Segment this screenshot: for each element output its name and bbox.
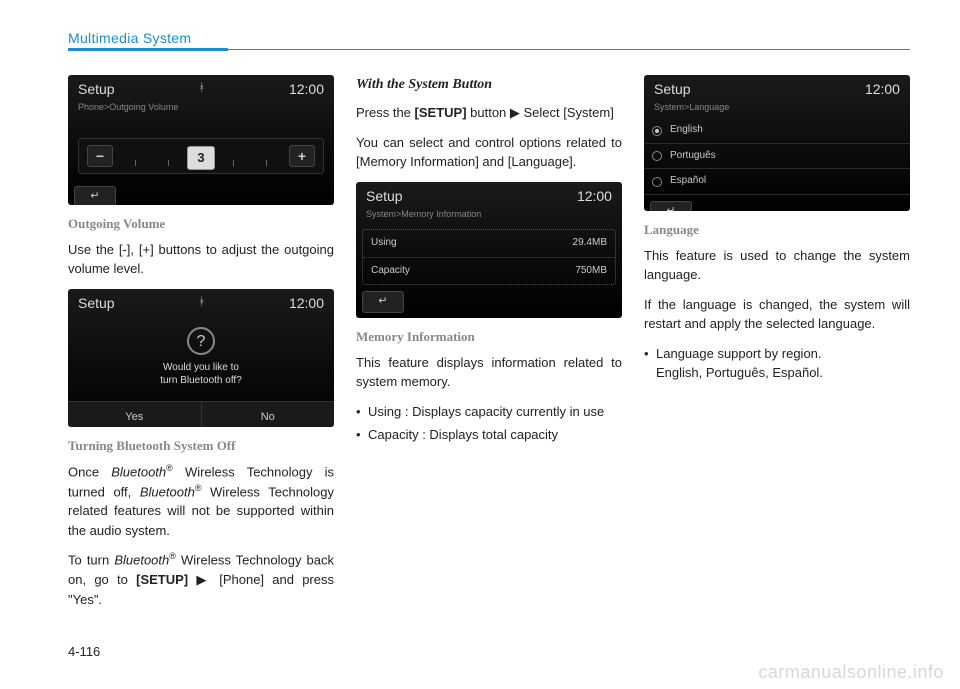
column-3: Setup 12:00 System>Language English Port… <box>644 75 910 619</box>
header-rule <box>68 48 910 51</box>
subheading-outgoing-volume: Outgoing Volume <box>68 215 334 234</box>
screen-title: Setup <box>366 186 403 206</box>
option-label: English <box>670 123 703 138</box>
yes-button[interactable]: Yes <box>68 402 202 427</box>
breadcrumb: System>Language <box>644 101 910 118</box>
back-button[interactable]: ↵ <box>74 186 116 205</box>
list-item-sub: English, Português, Español. <box>656 363 910 383</box>
bluetooth-icon: ᚼ <box>198 81 205 97</box>
capacity-value: 750MB <box>575 264 607 279</box>
list-item: Language support by region. English, Por… <box>644 344 910 383</box>
info-row-using: Using 29.4MB <box>363 230 615 258</box>
breadcrumb: Phone>Outgoing Volume <box>68 101 334 118</box>
column-1: Setup ᚼ 12:00 Phone>Outgoing Volume 3 − … <box>68 75 334 619</box>
subheading-language: Language <box>644 221 910 240</box>
screenshot-bluetooth-off: Setup ᚼ 12:00 ? Would you like to turn B… <box>68 289 334 427</box>
memory-info-box: Using 29.4MB Capacity 750MB <box>362 229 616 285</box>
screen-title: Setup <box>654 79 691 99</box>
subheading-bluetooth-off: Turning Bluetooth System Off <box>68 437 334 456</box>
option-label: Español <box>670 174 706 189</box>
screenshot-outgoing-volume: Setup ᚼ 12:00 Phone>Outgoing Volume 3 − … <box>68 75 334 205</box>
screen-title: Setup <box>78 79 115 99</box>
breadcrumb: System>Memory Information <box>356 208 622 225</box>
screenshot-language: Setup 12:00 System>Language English Port… <box>644 75 910 211</box>
radio-icon <box>652 126 662 136</box>
volume-minus-button[interactable]: − <box>87 145 113 167</box>
subheading-system-button: With the System Button <box>356 75 622 95</box>
paragraph: Press the [SETUP] button ▶ Select [Syste… <box>356 103 622 123</box>
watermark: carmanualsonline.info <box>758 662 944 683</box>
paragraph: This feature displays information relate… <box>356 353 622 392</box>
section-title: Multimedia System <box>68 30 910 46</box>
bluetooth-icon: ᚼ <box>198 295 205 311</box>
clock-label: 12:00 <box>577 186 612 206</box>
using-value: 29.4MB <box>573 236 607 251</box>
paragraph: Use the [-], [+] buttons to adjust the o… <box>68 240 334 279</box>
paragraph: To turn Bluetooth® Wireless Technology b… <box>68 550 334 609</box>
capacity-label: Capacity <box>371 264 410 279</box>
list-item: Capacity : Displays total capacity <box>356 425 622 445</box>
question-icon: ? <box>187 327 215 355</box>
column-2: With the System Button Press the [SETUP]… <box>356 75 622 619</box>
manual-page: Multimedia System Setup ᚼ 12:00 Phone>Ou… <box>0 0 960 639</box>
back-button[interactable]: ↵ <box>362 291 404 313</box>
option-label: Português <box>670 149 716 164</box>
clock-label: 12:00 <box>289 293 324 313</box>
content-columns: Setup ᚼ 12:00 Phone>Outgoing Volume 3 − … <box>68 75 910 619</box>
using-label: Using <box>371 236 397 251</box>
screenshot-memory-info: Setup 12:00 System>Memory Information Us… <box>356 182 622 318</box>
paragraph: If the language is changed, the system w… <box>644 295 910 334</box>
paragraph: Once Bluetooth® Wireless Technology is t… <box>68 462 334 541</box>
info-row-capacity: Capacity 750MB <box>363 258 615 285</box>
radio-icon <box>652 177 662 187</box>
clock-label: 12:00 <box>289 79 324 99</box>
language-option-english[interactable]: English <box>644 118 910 144</box>
language-option-portugues[interactable]: Português <box>644 144 910 170</box>
subheading-memory-info: Memory Information <box>356 328 622 347</box>
bullet-list: Using : Displays capacity currently in u… <box>356 402 622 445</box>
dialog-line-2: turn Bluetooth off? <box>68 374 334 387</box>
back-button[interactable]: ↵ <box>650 201 692 211</box>
radio-icon <box>652 151 662 161</box>
list-item: Using : Displays capacity currently in u… <box>356 402 622 422</box>
paragraph: This feature is used to change the syste… <box>644 246 910 285</box>
volume-handle[interactable]: 3 <box>187 146 215 170</box>
no-button[interactable]: No <box>202 402 335 427</box>
paragraph: You can select and control options relat… <box>356 133 622 172</box>
clock-label: 12:00 <box>865 79 900 99</box>
dialog-line-1: Would you like to <box>68 361 334 374</box>
language-option-espanol[interactable]: Español <box>644 169 910 195</box>
bullet-list: Language support by region. English, Por… <box>644 344 910 383</box>
page-header: Multimedia System <box>68 30 910 51</box>
volume-plus-button[interactable]: + <box>289 145 315 167</box>
screen-title: Setup <box>78 293 115 313</box>
page-number: 4-116 <box>68 644 100 659</box>
